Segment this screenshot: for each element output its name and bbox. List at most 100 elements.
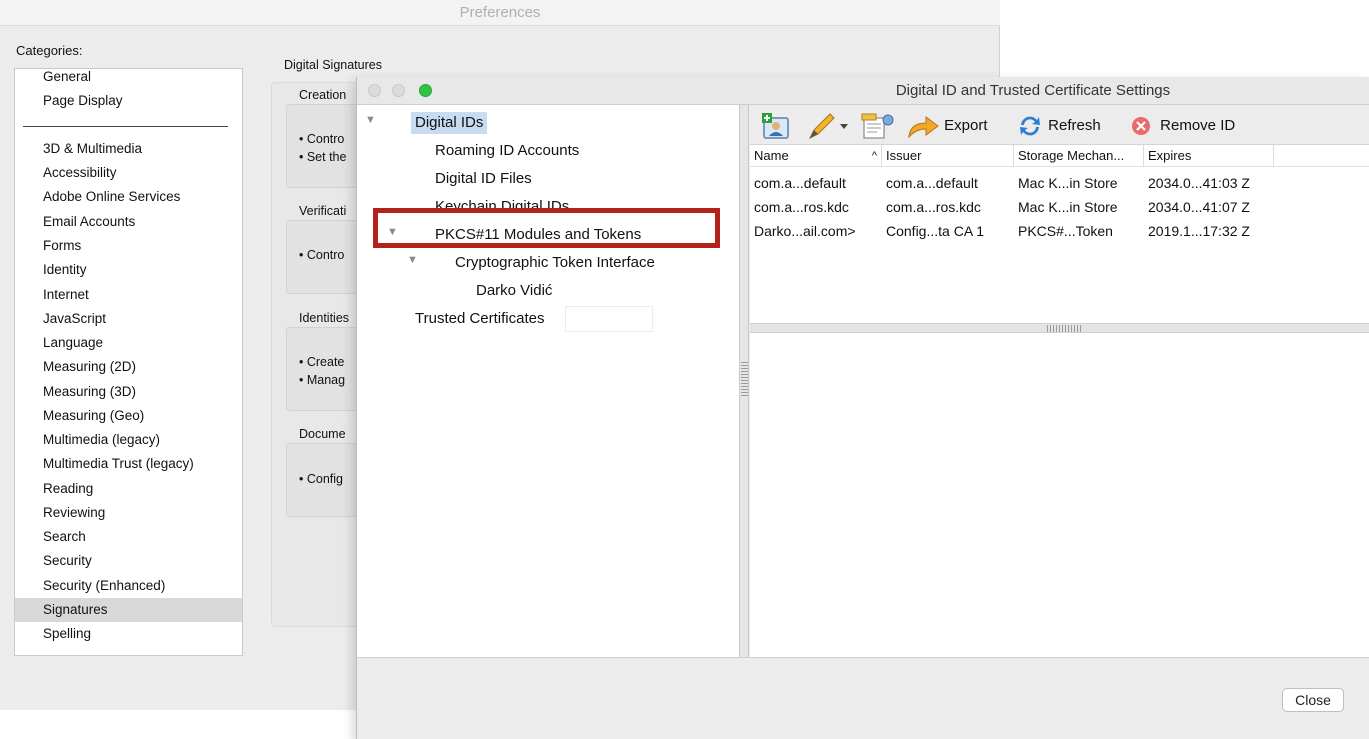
annotation-highlight-box bbox=[373, 208, 720, 248]
categories-list[interactable]: General Page Display 3D & Multimedia Acc… bbox=[14, 68, 243, 656]
table-row[interactable]: Darko...ail.com> Config...ta CA 1 PKCS#.… bbox=[750, 219, 1369, 243]
token-name-field bbox=[565, 306, 653, 332]
splitter-grip-icon[interactable] bbox=[1047, 325, 1081, 332]
export-button[interactable]: Export bbox=[906, 112, 988, 140]
add-id-icon bbox=[762, 113, 789, 139]
tree-item-digital-ids[interactable]: Digital IDs bbox=[411, 112, 488, 134]
preferences-title: Preferences bbox=[0, 0, 1000, 26]
expand-arrow-icon[interactable]: ▼ bbox=[365, 109, 376, 131]
category-item[interactable]: Security (Enhanced) bbox=[15, 574, 242, 598]
cell-name: Darko...ail.com> bbox=[754, 223, 856, 239]
toolbar: Export Refresh Remove ID bbox=[750, 105, 1369, 145]
section-label-identities: Identities bbox=[299, 311, 350, 325]
category-divider bbox=[23, 126, 228, 127]
category-item[interactable]: Spelling bbox=[15, 622, 242, 646]
section-label-verification: Verificati bbox=[299, 204, 347, 218]
tree-item-trusted-certificates[interactable]: Trusted Certificates bbox=[415, 308, 545, 330]
category-item[interactable]: 3D & Multimedia bbox=[15, 137, 242, 161]
remove-id-button[interactable]: Remove ID bbox=[1128, 112, 1235, 140]
pencil-icon bbox=[808, 113, 848, 140]
section-bullet: • Set the bbox=[299, 150, 347, 164]
category-item[interactable]: Reading bbox=[15, 477, 242, 501]
table-row[interactable]: com.a...ros.kdc com.a...ros.kdc Mac K...… bbox=[750, 195, 1369, 219]
tree-item-keychain-digital-ids[interactable]: Keychain Digital IDs bbox=[435, 196, 569, 208]
cell-name: com.a...default bbox=[754, 175, 846, 191]
tree-item-token-darko[interactable]: Darko Vidić bbox=[476, 280, 552, 302]
remove-icon bbox=[1132, 117, 1150, 136]
export-arrow-icon bbox=[908, 116, 939, 139]
category-item[interactable]: Measuring (3D) bbox=[15, 380, 242, 404]
category-item[interactable]: Accessibility bbox=[15, 161, 242, 185]
refresh-button[interactable]: Refresh bbox=[1016, 112, 1101, 140]
column-header-issuer[interactable]: Issuer bbox=[882, 145, 1014, 167]
cell-issuer: Config...ta CA 1 bbox=[886, 223, 985, 239]
digital-id-dialog: Digital ID and Trusted Certificate Setti… bbox=[356, 77, 1369, 739]
edit-id-button[interactable] bbox=[806, 112, 850, 140]
section-box-creation bbox=[286, 104, 366, 188]
category-item-selected[interactable]: Signatures bbox=[15, 598, 242, 622]
section-label-document: Docume bbox=[299, 427, 346, 441]
category-item[interactable]: JavaScript bbox=[15, 307, 242, 331]
category-page-display[interactable]: Page Display bbox=[15, 89, 242, 113]
table-row[interactable]: com.a...default com.a...default Mac K...… bbox=[750, 171, 1369, 195]
cell-expires: 2019.1...17:32 Z bbox=[1148, 223, 1250, 239]
close-button[interactable]: Close bbox=[1282, 688, 1344, 712]
certificate-details-button[interactable] bbox=[860, 112, 896, 140]
category-item[interactable]: Measuring (2D) bbox=[15, 355, 242, 379]
table-header: Name ^ Issuer Storage Mechan... Expires bbox=[750, 145, 1369, 167]
category-item[interactable]: Identity bbox=[15, 258, 242, 282]
category-item[interactable]: Multimedia Trust (legacy) bbox=[15, 452, 242, 476]
cell-expires: 2034.0...41:03 Z bbox=[1148, 175, 1250, 191]
vertical-splitter[interactable] bbox=[740, 105, 749, 657]
add-id-button[interactable] bbox=[760, 112, 794, 140]
cell-issuer: com.a...ros.kdc bbox=[886, 199, 981, 215]
dialog-footer: Close bbox=[357, 657, 1369, 739]
section-bullet: • Contro bbox=[299, 248, 345, 262]
column-header-label: Name bbox=[754, 148, 789, 163]
refresh-label: Refresh bbox=[1048, 117, 1101, 134]
splitter-grip-icon[interactable] bbox=[741, 362, 748, 396]
panel-title: Digital Signatures bbox=[284, 58, 382, 72]
category-item[interactable]: Adobe Online Services bbox=[15, 185, 242, 209]
cell-storage: Mac K...in Store bbox=[1018, 175, 1118, 191]
certificate-details-pane bbox=[750, 333, 1369, 657]
sort-ascending-icon: ^ bbox=[871, 150, 877, 162]
cell-storage: PKCS#...Token bbox=[1018, 223, 1113, 239]
category-item[interactable]: Reviewing bbox=[15, 501, 242, 525]
category-item[interactable]: Language bbox=[15, 331, 242, 355]
category-item[interactable]: Internet bbox=[15, 283, 242, 307]
cell-name: com.a...ros.kdc bbox=[754, 199, 849, 215]
cell-issuer: com.a...default bbox=[886, 175, 978, 191]
categories-label: Categories: bbox=[16, 43, 83, 58]
dialog-titlebar: Digital ID and Trusted Certificate Setti… bbox=[357, 77, 1369, 105]
category-item[interactable]: Measuring (Geo) bbox=[15, 404, 242, 428]
section-bullet: • Config bbox=[299, 472, 343, 486]
section-bullet: • Create bbox=[299, 355, 345, 369]
tree-item-roaming-id-accounts[interactable]: Roaming ID Accounts bbox=[435, 140, 579, 162]
category-item[interactable]: Search bbox=[15, 525, 242, 549]
column-header-expires[interactable]: Expires bbox=[1144, 145, 1274, 167]
digital-id-list-pane: Export Refresh Remove ID Name ^ Issuer S… bbox=[750, 105, 1369, 355]
category-item[interactable]: Multimedia (legacy) bbox=[15, 428, 242, 452]
tree-item-cryptographic-token-interface[interactable]: Cryptographic Token Interface bbox=[455, 252, 655, 274]
section-label-creation: Creation bbox=[299, 88, 347, 102]
section-box-identities bbox=[286, 327, 366, 411]
cell-storage: Mac K...in Store bbox=[1018, 199, 1118, 215]
column-header-storage[interactable]: Storage Mechan... bbox=[1014, 145, 1144, 167]
category-item[interactable]: Forms bbox=[15, 234, 242, 258]
cell-expires: 2034.0...41:07 Z bbox=[1148, 199, 1250, 215]
certificate-icon bbox=[861, 113, 894, 139]
digital-id-tree[interactable]: ▼ Digital IDs Roaming ID Accounts Digita… bbox=[357, 105, 740, 657]
remove-id-label: Remove ID bbox=[1160, 117, 1236, 134]
export-label: Export bbox=[944, 117, 988, 134]
horizontal-splitter[interactable] bbox=[750, 323, 1369, 333]
category-item[interactable]: Email Accounts bbox=[15, 210, 242, 234]
section-bullet: • Manag bbox=[299, 373, 346, 387]
category-item[interactable]: Security bbox=[15, 549, 242, 573]
column-header-name[interactable]: Name ^ bbox=[750, 145, 882, 167]
tree-item-digital-id-files[interactable]: Digital ID Files bbox=[435, 168, 532, 190]
dialog-title: Digital ID and Trusted Certificate Setti… bbox=[895, 82, 1171, 99]
section-bullet: • Contro bbox=[299, 132, 345, 146]
category-general[interactable]: General bbox=[15, 69, 242, 89]
expand-arrow-icon[interactable]: ▼ bbox=[407, 249, 418, 271]
